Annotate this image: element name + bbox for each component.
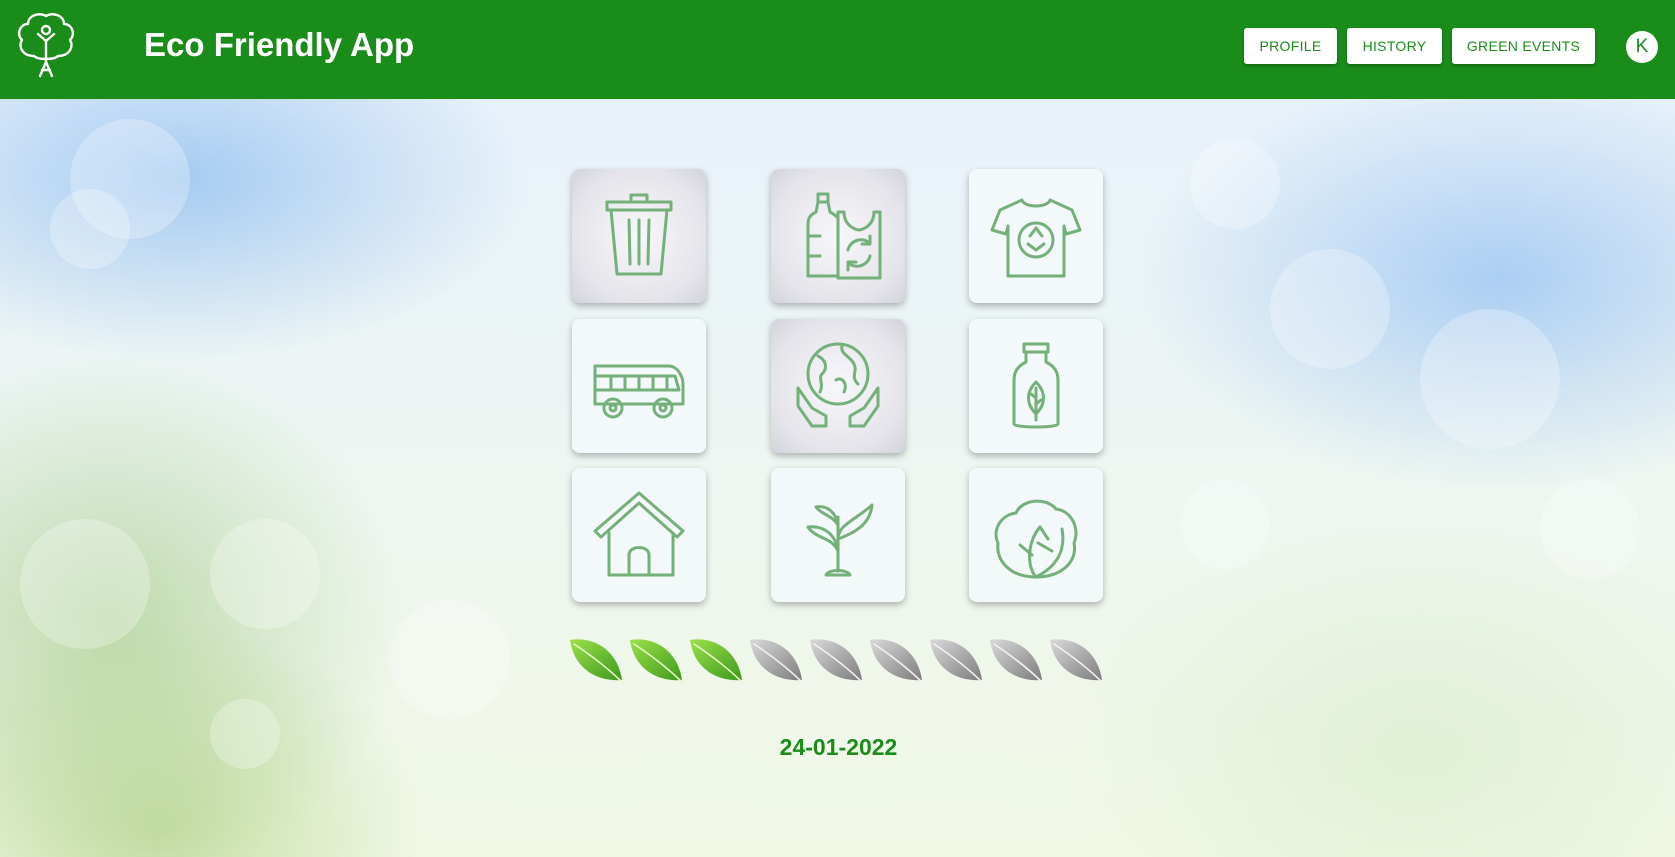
date-label: 24-01-2022 (779, 734, 898, 760)
earth-hands-icon (796, 342, 880, 428)
history-button[interactable]: HISTORY (1347, 28, 1442, 64)
leaf-icon-empty[interactable] (866, 634, 926, 686)
eco-bottle-leaf-icon (1012, 342, 1060, 429)
house-icon (593, 491, 685, 577)
leaf-icon-empty[interactable] (986, 634, 1046, 686)
tile-trash[interactable] (572, 169, 706, 303)
leaf-icon-empty[interactable] (1046, 634, 1106, 686)
app-header: Eco Friendly App PROFILE HISTORY GREEN E… (0, 0, 1675, 99)
bottle-bag-recycle-icon (806, 192, 882, 280)
recycled-tshirt-icon (990, 198, 1082, 278)
leaf-icon-filled[interactable] (686, 634, 746, 686)
avatar[interactable]: K (1626, 31, 1658, 63)
leaf-icon-filled[interactable] (566, 634, 626, 686)
trash-can-icon (605, 193, 673, 276)
bus-icon (593, 364, 685, 419)
tile-earth-hands[interactable] (771, 319, 905, 453)
green-events-button[interactable]: GREEN EVENTS (1452, 28, 1595, 64)
app-title: Eco Friendly App (144, 26, 415, 63)
tile-sprout[interactable] (771, 468, 905, 602)
leaf-icon-empty[interactable] (746, 634, 806, 686)
tile-bottle-bag[interactable] (771, 169, 905, 303)
tile-tshirt[interactable] (969, 169, 1103, 303)
sprout-plant-icon (806, 503, 874, 577)
leaf-rating (566, 634, 1112, 686)
profile-button[interactable]: PROFILE (1244, 28, 1337, 64)
tile-cabbage[interactable] (969, 468, 1103, 602)
tile-house[interactable] (572, 468, 706, 602)
tile-eco-bottle[interactable] (969, 319, 1103, 453)
leaf-icon-empty[interactable] (926, 634, 986, 686)
leaf-icon-filled[interactable] (626, 634, 686, 686)
tile-bus[interactable] (572, 319, 706, 453)
tree-person-icon[interactable] (14, 10, 78, 78)
cabbage-icon (994, 499, 1078, 579)
leaf-icon-empty[interactable] (806, 634, 866, 686)
